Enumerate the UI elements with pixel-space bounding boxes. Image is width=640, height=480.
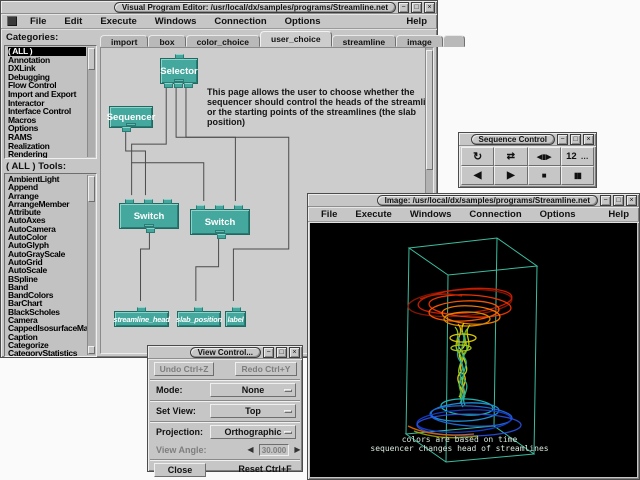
page-tab-filler — [443, 35, 465, 47]
page-tab[interactable]: image — [396, 35, 443, 47]
page-tab[interactable]: color_choice — [186, 35, 260, 47]
close-view-button[interactable]: Close — [154, 463, 206, 477]
projection-option-menu[interactable]: Orthographic — [210, 425, 296, 439]
page-tab[interactable]: box — [148, 35, 185, 47]
step-button[interactable]: ◀▮▶ — [528, 147, 561, 166]
node-transmitter-streamline-head[interactable]: streamline_head — [114, 311, 169, 327]
categories-scrollbar[interactable] — [87, 47, 95, 157]
node-switch-2[interactable]: Switch — [190, 209, 250, 235]
tools-list[interactable]: AmbientLightAppendArrangeArrangeMemberAt… — [4, 173, 97, 357]
undo-button[interactable]: Undo Ctrl+Z — [154, 362, 214, 376]
caption-line: sequencer changes head of streamlines — [310, 444, 609, 453]
menu-item[interactable]: Windows — [401, 209, 461, 220]
node-transmitter-slab-position[interactable]: slab_position — [177, 311, 221, 327]
view-control-titlebar[interactable]: View Control... − □ × — [148, 346, 302, 359]
page-tab[interactable]: streamline — [332, 35, 397, 47]
play-forward-button[interactable]: ▶ — [494, 166, 527, 185]
menu-item[interactable]: Execute — [346, 209, 400, 220]
categories-label: Categories: — [6, 32, 58, 43]
palindrome-button[interactable]: ⇄ — [494, 147, 527, 166]
menu-item[interactable]: Edit — [55, 16, 91, 27]
page-tab[interactable]: import — [100, 35, 148, 47]
menu-item[interactable]: File — [312, 209, 346, 220]
image-titlebar[interactable]: Image: /usr/local/dx/samples/programs/St… — [308, 194, 639, 207]
minimize-button[interactable]: − — [600, 195, 611, 206]
minimize-button[interactable]: − — [398, 2, 409, 13]
menu-help[interactable]: Help — [400, 16, 433, 27]
image-window-title: Image: /usr/local/dx/samples/programs/St… — [377, 195, 598, 206]
tool-item[interactable]: CategoryStatistics — [8, 349, 86, 357]
view-control-title: View Control... — [190, 347, 261, 358]
menu-item[interactable]: Windows — [146, 16, 206, 27]
option-indicator — [284, 410, 292, 413]
frame-options-icon[interactable]: … — [581, 152, 589, 161]
image-menubar: FileExecuteWindowsConnectionOptions Help — [308, 207, 639, 222]
node-selector[interactable]: Selector — [160, 58, 198, 84]
close-button[interactable]: × — [583, 134, 594, 145]
reset-button[interactable]: Reset Ctrl+F — [232, 463, 298, 477]
projection-label: Projection: — [156, 427, 203, 437]
angle-increase-button[interactable]: ▶ — [291, 444, 304, 456]
mode-label: Mode: — [156, 385, 183, 395]
close-button[interactable]: × — [289, 347, 300, 358]
angle-decrease-button[interactable]: ◀ — [244, 444, 257, 456]
tools-label: ( ALL ) Tools: — [6, 161, 66, 172]
minimize-button[interactable]: − — [263, 347, 274, 358]
maximize-button[interactable]: □ — [613, 195, 624, 206]
sequence-control-titlebar[interactable]: Sequence Control − □ × — [459, 133, 596, 146]
set-view-label: Set View: — [156, 406, 196, 416]
option-indicator — [284, 431, 292, 434]
menu-item[interactable]: Connection — [460, 209, 530, 220]
window-menu-icon[interactable] — [7, 16, 17, 26]
set-view-option-menu[interactable]: Top — [210, 404, 296, 418]
view-control-window: View Control... − □ × Undo Ctrl+Z Redo C… — [147, 345, 303, 472]
maximize-button[interactable]: □ — [570, 134, 581, 145]
node-transmitter-label[interactable]: label — [225, 311, 246, 327]
close-button[interactable]: × — [626, 195, 637, 206]
pause-button[interactable]: ▮▮ — [561, 166, 594, 185]
comment-line: This page allows the user to choose whet… — [207, 87, 434, 97]
close-button[interactable]: × — [424, 2, 435, 13]
frame-counter[interactable]: 12 … — [561, 147, 594, 166]
redo-button[interactable]: Redo Ctrl+Y — [235, 362, 297, 376]
canvas-comment: This page allows the user to choose whet… — [207, 87, 434, 127]
view-angle-value: 30.000 — [259, 444, 289, 456]
comment-line: sequencer should control the heads of th… — [207, 97, 434, 107]
option-indicator — [284, 389, 292, 392]
menu-item[interactable]: File — [21, 16, 55, 27]
menu-item[interactable]: Options — [276, 16, 330, 27]
categories-list[interactable]: ( ALL )AnnotationDXLinkDebuggingFlow Con… — [4, 45, 97, 159]
vpe-menubar: FileEditExecuteWindowsConnectionOptions … — [1, 14, 437, 29]
mode-option-menu[interactable]: None — [210, 383, 296, 397]
image-caption: colors are based on timesequencer change… — [310, 435, 609, 453]
maximize-button[interactable]: □ — [411, 2, 422, 13]
menu-item[interactable]: Execute — [91, 16, 145, 27]
loop-button[interactable]: ↻ — [461, 147, 494, 166]
tools-scrollbar[interactable] — [87, 175, 95, 355]
maximize-button[interactable]: □ — [276, 347, 287, 358]
step-back-button[interactable]: ◀ — [461, 166, 494, 185]
category-item[interactable]: Rendering — [8, 150, 86, 159]
minimize-button[interactable]: − — [557, 134, 568, 145]
vpe-window-title: Visual Program Editor: /usr/local/dx/sam… — [114, 2, 396, 13]
menu-item[interactable]: Connection — [205, 16, 275, 27]
menu-item[interactable]: Options — [531, 209, 585, 220]
image-window: Image: /usr/local/dx/samples/programs/St… — [307, 193, 640, 480]
caption-line: colors are based on time — [310, 435, 609, 444]
page-tab[interactable]: user_choice — [260, 31, 332, 47]
page-tabs: importboxcolor_choiceuser_choicestreamli… — [100, 31, 434, 47]
rendered-image-canvas[interactable]: colors are based on timesequencer change… — [310, 223, 637, 477]
stop-button[interactable]: ■ — [528, 166, 561, 185]
view-angle-label: View Angle: — [156, 445, 207, 455]
comment-line: or the starting points of the streamline… — [207, 107, 434, 127]
sequence-control-title: Sequence Control — [471, 134, 555, 145]
node-switch-1[interactable]: Switch — [119, 203, 179, 229]
sequence-control-window: Sequence Control − □ × ↻ ⇄ ◀▮▶ 12 … ◀ ▶ … — [458, 132, 597, 188]
vpe-titlebar[interactable]: Visual Program Editor: /usr/local/dx/sam… — [1, 1, 437, 14]
node-sequencer[interactable]: Sequencer — [109, 106, 153, 128]
menu-help[interactable]: Help — [602, 209, 635, 220]
